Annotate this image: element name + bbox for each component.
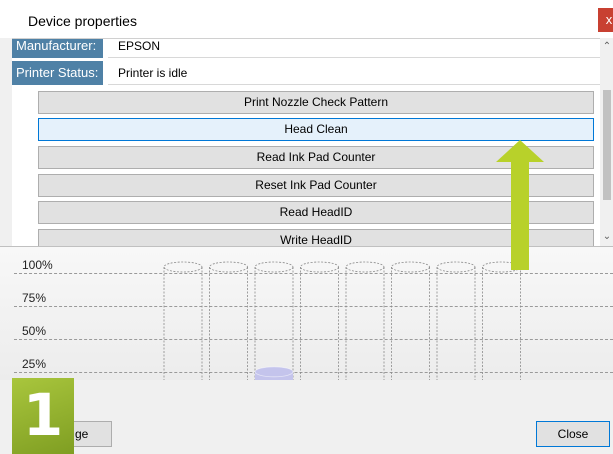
property-label: Printer Status: [12,61,103,85]
scrollbar-thumb[interactable] [603,90,611,200]
window-close-button[interactable]: x [598,8,613,32]
step-badge: 1 [12,378,74,454]
head-clean-button[interactable]: Head Clean [38,118,594,141]
up-arrow-icon [496,140,544,270]
property-value: EPSON [108,39,600,58]
dialog-footer: ge Close [0,380,613,454]
vertical-scrollbar[interactable]: ⌃ ⌄ [601,38,613,246]
tank-outline-top [254,261,294,273]
property-row-printer-status: Printer Status: Printer is idle [12,61,600,85]
tank-outline-top [163,261,203,273]
window-titlebar: Device properties x [0,0,613,38]
step-number: 1 [22,381,64,449]
property-label: Manufacturer: [12,39,103,58]
tank-outline-top [436,261,476,273]
chevron-down-icon[interactable]: ⌄ [601,230,613,244]
tank-outline-top [209,261,248,273]
close-button[interactable]: Close [536,421,610,447]
tank-outline-top [345,261,385,273]
property-row-manufacturer: Manufacturer: EPSON [12,39,600,58]
chevron-up-icon[interactable]: ⌃ [601,40,613,54]
ink-fill-top [254,366,294,378]
tank-outline-top [391,261,430,273]
property-value: Printer is idle [108,61,600,85]
tank-outline-top [300,261,339,273]
window-title: Device properties [28,13,137,29]
print-nozzle-check-button[interactable]: Print Nozzle Check Pattern [38,91,594,114]
